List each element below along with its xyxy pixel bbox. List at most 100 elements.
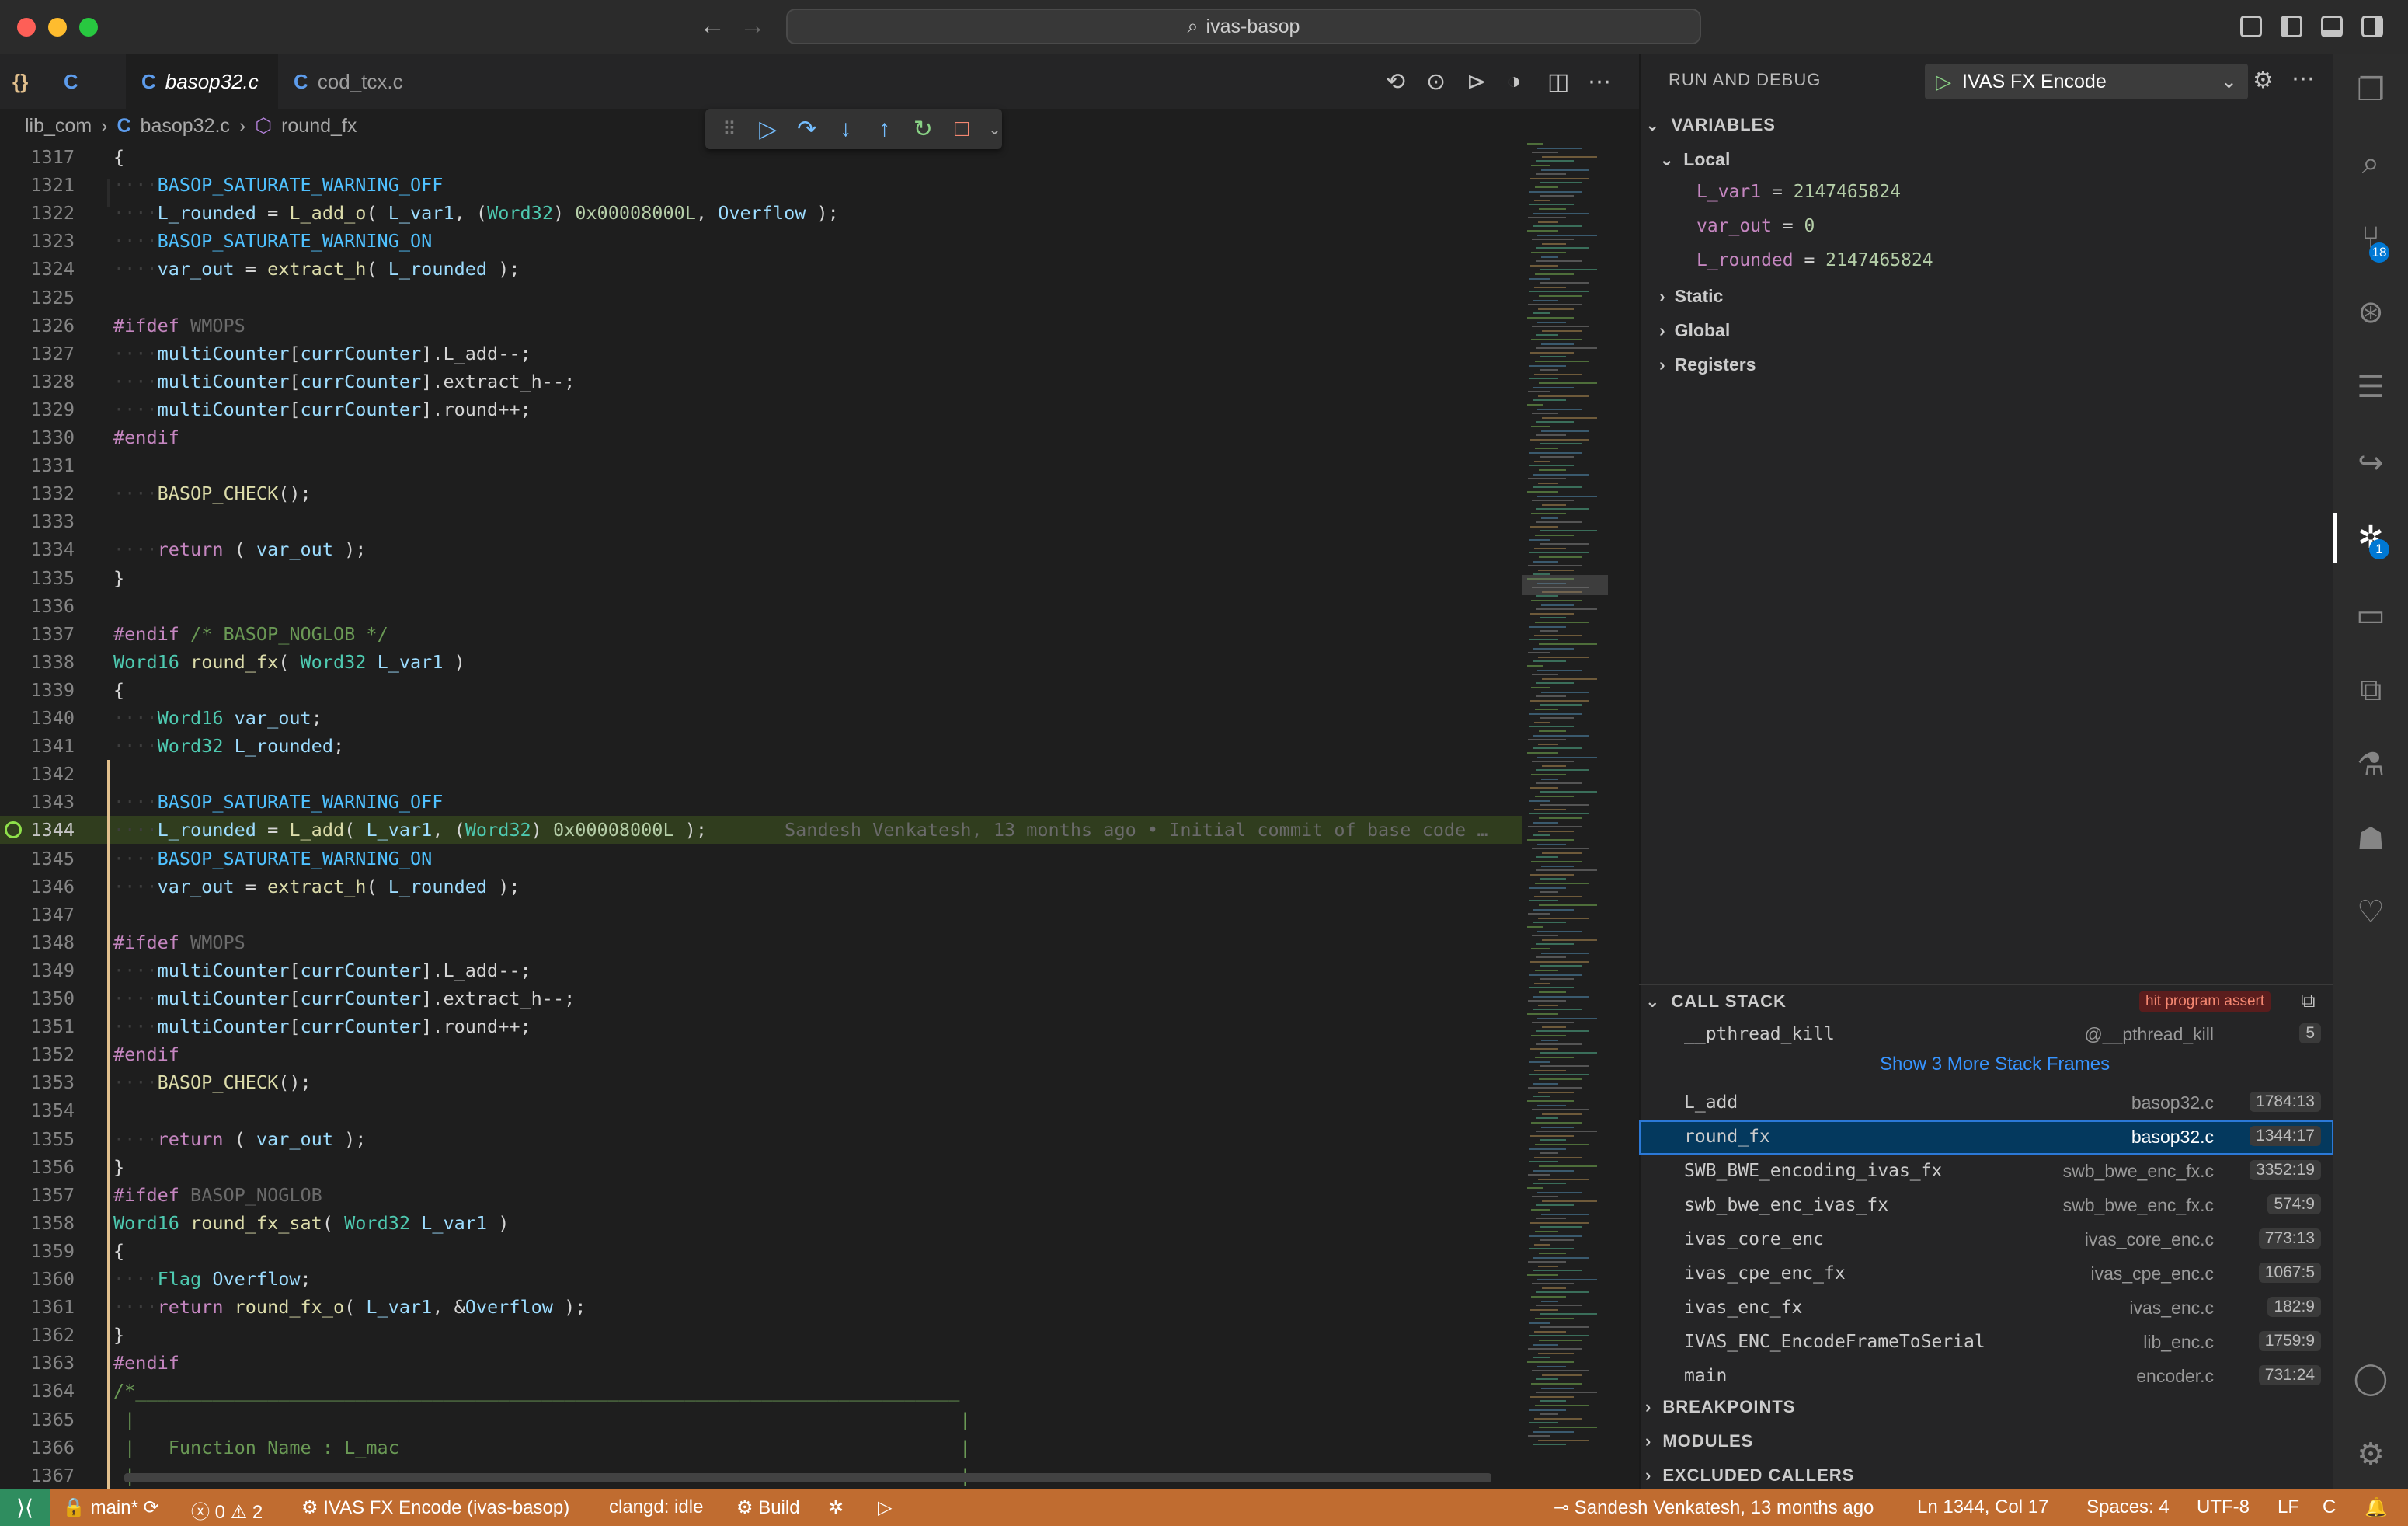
- code-line[interactable]: 1328 ····multiCounter[currCounter].extrac…: [0, 368, 1522, 395]
- code-line[interactable]: 1361 ····return round_fx_o( L_var1, &Over…: [0, 1293, 1522, 1321]
- accounts-heart-icon[interactable]: ♡: [2351, 892, 2391, 932]
- command-center[interactable]: ⌕ ivas-basop: [786, 9, 1701, 44]
- code-line[interactable]: 1347: [0, 901, 1522, 928]
- remote-indicator-icon[interactable]: ⟩⟨: [0, 1489, 50, 1526]
- explorer-icon[interactable]: ❐: [2351, 70, 2391, 110]
- breadcrumb-file[interactable]: basop32.c: [141, 115, 230, 138]
- code-line[interactable]: 1358 Word16 round_fx_sat( Word32 L_var1 ): [0, 1209, 1522, 1237]
- code-line[interactable]: 1323 ····BASOP_SATURATE_WARNING_ON: [0, 227, 1522, 255]
- toggle-panel-icon[interactable]: [2321, 16, 2343, 37]
- step-out-icon[interactable]: ↑: [872, 116, 898, 142]
- code-line[interactable]: 1353 ····BASOP_CHECK();: [0, 1068, 1522, 1096]
- code-line[interactable]: 1350 ····multiCounter[currCounter].extrac…: [0, 984, 1522, 1012]
- zoom-window-button[interactable]: [79, 18, 98, 37]
- code-line[interactable]: 1359 {: [0, 1237, 1522, 1265]
- problems-item[interactable]: ⓧ 0 ⚠ 2: [191, 1496, 263, 1524]
- close-window-button[interactable]: [17, 18, 36, 37]
- git-change-marker[interactable]: [107, 179, 110, 207]
- excluded-callers-section-header[interactable]: › EXCLUDED CALLERS: [1645, 1465, 1854, 1486]
- code-line[interactable]: 1357 #ifdef BASOP_NOGLOB: [0, 1181, 1522, 1209]
- toggle-primary-sidebar-icon[interactable]: [2281, 16, 2302, 37]
- code-line[interactable]: 1354: [0, 1096, 1522, 1124]
- horizontal-scrollbar[interactable]: [124, 1473, 1491, 1482]
- code-line[interactable]: 1330 #endif: [0, 423, 1522, 451]
- split-editor-icon[interactable]: ◫: [1547, 68, 1569, 96]
- notifications-bell-icon[interactable]: 🔔: [2365, 1496, 2388, 1519]
- code-line[interactable]: 1322 ····L_rounded = L_add_o( L_var1, (Wo…: [0, 199, 1522, 227]
- continue-icon[interactable]: ▷: [755, 116, 781, 143]
- tab-c[interactable]: C: [48, 54, 126, 109]
- code-line[interactable]: 1321 ····BASOP_SATURATE_WARNING_OFF: [0, 171, 1522, 199]
- toggle-secondary-sidebar-icon[interactable]: [2361, 16, 2383, 37]
- code-line[interactable]: 1365 | |: [0, 1406, 1522, 1434]
- more-actions-icon[interactable]: ⋯: [1588, 68, 1611, 96]
- stack-frame[interactable]: IVAS_ENC_EncodeFrameToSerial lib_enc.c 175…: [1639, 1326, 2333, 1360]
- code-line[interactable]: 1332 ····BASOP_CHECK();: [0, 479, 1522, 507]
- scope-registers[interactable]: › Registers: [1659, 354, 1756, 375]
- code-line[interactable]: 1351 ····multiCounter[currCounter].round+…: [0, 1012, 1522, 1040]
- live-share-icon[interactable]: ↪: [2351, 443, 2391, 483]
- code-line[interactable]: 1345 ····BASOP_SATURATE_WARNING_ON: [0, 845, 1522, 873]
- stop-icon[interactable]: □: [948, 116, 975, 142]
- code-line[interactable]: 1333: [0, 507, 1522, 535]
- language-mode[interactable]: C: [2323, 1496, 2336, 1518]
- tab-cod-tcx[interactable]: C cod_tcx.c: [278, 54, 433, 109]
- minimap[interactable]: [1522, 143, 1608, 1489]
- code-line[interactable]: 1317 {: [0, 143, 1522, 171]
- variable-item[interactable]: L_var1 = 2147465824: [1696, 182, 1901, 202]
- breadcrumb-folder[interactable]: lib_com: [25, 115, 92, 138]
- code-line[interactable]: 1362}: [0, 1321, 1522, 1349]
- scope-local[interactable]: ⌄ Local: [1659, 149, 1730, 170]
- code-line[interactable]: 1335}: [0, 564, 1522, 592]
- code-line[interactable]: 1366 | Function Name : L_mac |: [0, 1434, 1522, 1462]
- build-item[interactable]: ⚙ Build: [736, 1496, 800, 1519]
- code-line[interactable]: 1324 ····var_out = extract_h( L_rounded )…: [0, 255, 1522, 283]
- next-change-icon[interactable]: ⊳: [1467, 68, 1486, 96]
- extensions-icon[interactable]: ⧉: [2351, 670, 2391, 710]
- code-line[interactable]: 1331: [0, 451, 1522, 479]
- collapse-all-icon[interactable]: ⧉: [2301, 988, 2316, 1013]
- code-line[interactable]: 1356}: [0, 1153, 1522, 1181]
- stack-frame[interactable]: __pthread_kill @__pthread_kill 5: [1639, 1018, 2333, 1052]
- customize-layout-icon[interactable]: [2240, 16, 2262, 37]
- run-icon[interactable]: ▷: [878, 1496, 892, 1519]
- gear-icon[interactable]: ⚙: [2253, 67, 2274, 94]
- stack-frame[interactable]: ivas_cpe_enc_fx ivas_cpe_enc.c 1067:5: [1639, 1257, 2333, 1291]
- scope-global[interactable]: › Global: [1659, 320, 1730, 341]
- tab-json[interactable]: {}: [0, 54, 47, 109]
- tab-basop32[interactable]: C basop32.c: [126, 54, 278, 109]
- back-arrow-icon[interactable]: ←: [699, 11, 726, 41]
- drag-handle-icon[interactable]: ⠿: [716, 118, 743, 141]
- modules-section-header[interactable]: › MODULES: [1645, 1431, 1753, 1451]
- encoding[interactable]: UTF-8: [2197, 1496, 2250, 1518]
- git-change-marker[interactable]: [107, 760, 110, 1489]
- more-actions-icon[interactable]: ⋯: [2291, 65, 2315, 92]
- git-lens-icon[interactable]: ⊛: [2351, 292, 2391, 333]
- cursor-position[interactable]: Ln 1344, Col 17: [1917, 1496, 2048, 1518]
- branch-item[interactable]: 🔒 main* ⟳: [62, 1496, 159, 1519]
- stack-frame[interactable]: round_fx basop32.c 1344:17: [1639, 1120, 2333, 1155]
- code-line[interactable]: 1327 ····multiCounter[currCounter].L_add-…: [0, 340, 1522, 368]
- code-line[interactable]: 1338 Word16 round_fx( Word32 L_var1 ): [0, 648, 1522, 676]
- code-editor[interactable]: 1317{1321 ····BASOP_SATURATE_WARNING_OFF 1…: [0, 143, 1522, 1489]
- account-icon[interactable]: ◯: [2351, 1358, 2391, 1399]
- code-line[interactable]: 1339 {: [0, 676, 1522, 704]
- debug-config-select[interactable]: ▷ IVAS FX Encode ⌄: [1925, 64, 2248, 99]
- variable-item[interactable]: L_rounded = 2147465824: [1696, 250, 1933, 270]
- launch-config-item[interactable]: ⚙ IVAS FX Encode (ivas-basop): [301, 1496, 569, 1519]
- show-more-frames-link[interactable]: Show 3 More Stack Frames: [1880, 1054, 2110, 1075]
- git-commit-icon[interactable]: ⊙: [1426, 68, 1446, 96]
- remote-explorer-icon[interactable]: ▭: [2351, 595, 2391, 636]
- indentation[interactable]: Spaces: 4: [2086, 1496, 2170, 1518]
- step-into-icon[interactable]: ↓: [833, 116, 859, 142]
- github-icon[interactable]: ☗: [2351, 819, 2391, 859]
- code-line[interactable]: 1360 ····Flag Overflow;: [0, 1265, 1522, 1293]
- scope-static[interactable]: › Static: [1659, 286, 1723, 307]
- stack-frame[interactable]: SWB_BWE_encoding_ivas_fx swb_bwe_enc_fx.c…: [1639, 1155, 2333, 1189]
- clangd-status[interactable]: clangd: idle: [609, 1496, 703, 1518]
- call-stack-section-header[interactable]: ⌄ CALL STACK: [1645, 991, 1787, 1012]
- git-blame-item[interactable]: ⊸ Sandesh Venkatesh, 13 months ago: [1554, 1496, 1874, 1519]
- minimap-viewport[interactable]: [1522, 575, 1608, 595]
- code-line[interactable]: 1349 ····multiCounter[currCounter].L_add-…: [0, 956, 1522, 984]
- code-line[interactable]: 1343 ····BASOP_SATURATE_WARNING_OFF: [0, 788, 1522, 816]
